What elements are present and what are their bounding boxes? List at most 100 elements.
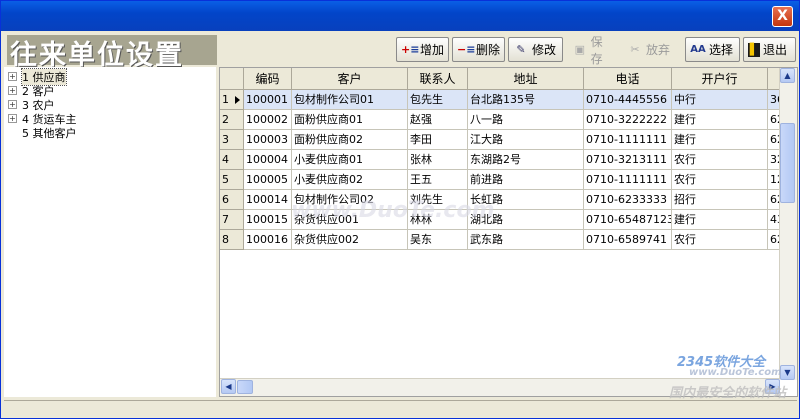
table-cell[interactable]: 面粉供应商01 [292,110,408,130]
row-number[interactable]: 4 [220,150,244,170]
tree-item-farmer[interactable]: + 3 农户 [8,98,55,112]
table-cell[interactable]: 100002 [244,110,292,130]
table-cell[interactable]: 农行 [672,170,768,190]
expand-icon[interactable]: + [8,100,17,109]
table-cell[interactable]: 0710-4445556 [584,90,672,110]
column-header[interactable]: 客户 [292,68,408,90]
table-cell[interactable]: 包材制作公司02 [292,190,408,210]
horizontal-scroll-thumb[interactable] [237,380,253,394]
table-cell[interactable]: 台北路135号 [468,90,584,110]
table-cell[interactable]: 林林 [408,210,468,230]
save-label: 保存 [590,34,603,66]
row-pointer-icon [235,96,240,104]
table-cell[interactable]: 0710-65487123 [584,210,672,230]
select-label: 选择 [709,43,734,57]
table-cell[interactable]: 八一路 [468,110,584,130]
table-cell[interactable]: 前进路 [468,170,584,190]
row-number[interactable]: 8 [220,230,244,250]
table-cell[interactable]: 李田 [408,130,468,150]
expand-icon[interactable]: + [8,72,17,81]
expand-icon[interactable]: + [8,86,17,95]
exit-button[interactable]: ▌ 退出 [743,37,796,62]
table-cell[interactable]: 小麦供应商01 [292,150,408,170]
save-icon: ▣ [574,42,585,56]
exit-door-icon: ▌ [748,42,760,57]
table-cell[interactable]: 0710-1111111 [584,170,672,190]
column-header[interactable]: 地址 [468,68,584,90]
table-cell[interactable]: 0710-3213111 [584,150,672,170]
vertical-scrollbar[interactable]: ▲ ▼ [779,68,797,380]
table-cell[interactable]: 包先生 [408,90,468,110]
table-cell[interactable]: 农行 [672,230,768,250]
table-cell[interactable]: 100001 [244,90,292,110]
table-cell[interactable]: 中行 [672,90,768,110]
row-number[interactable]: 5 [220,170,244,190]
status-bar [4,400,797,417]
table-cell[interactable]: 面粉供应商02 [292,130,408,150]
row-number[interactable]: 2 [220,110,244,130]
table-cell[interactable]: 杂货供应001 [292,210,408,230]
add-button[interactable]: +≡ 增加 [396,37,449,62]
table-cell[interactable]: 赵强 [408,110,468,130]
column-header[interactable]: 编码 [244,68,292,90]
table-cell[interactable]: 农行 [672,150,768,170]
exit-label: 退出 [763,43,788,57]
scroll-right-icon[interactable]: ▶ [765,379,780,394]
delete-button[interactable]: −≡ 删除 [452,37,505,62]
scroll-left-icon[interactable]: ◀ [221,379,236,394]
delete-icon: −≡ [457,42,476,56]
column-header[interactable]: 联系人 [408,68,468,90]
close-button[interactable]: X [772,6,793,27]
select-button[interactable]: AA 选择 [685,37,740,62]
table-cell[interactable]: 0710-6589741 [584,230,672,250]
row-number[interactable]: 7 [220,210,244,230]
table-cell[interactable]: 100015 [244,210,292,230]
table-cell[interactable]: 杂货供应002 [292,230,408,250]
save-button[interactable]: ▣ 保存 [567,35,619,66]
table-cell[interactable]: 100004 [244,150,292,170]
tree-item-freight-owner[interactable]: + 4 货运车主 [8,112,77,126]
table-cell[interactable]: 湖北路 [468,210,584,230]
add-label: 增加 [420,43,445,57]
table-cell[interactable]: 招行 [672,190,768,210]
table-cell[interactable]: 100003 [244,130,292,150]
tree-item-label: 5 其他客户 [22,126,77,140]
table-cell[interactable]: 小麦供应商02 [292,170,408,190]
vertical-scroll-thumb[interactable] [780,123,795,203]
table-cell[interactable]: 100016 [244,230,292,250]
table-cell[interactable]: 刘先生 [408,190,468,210]
row-number[interactable]: 3 [220,130,244,150]
edit-button[interactable]: ✎ 修改 [508,37,563,62]
table-cell[interactable]: 100014 [244,190,292,210]
column-header[interactable]: 开户行 [672,68,768,90]
table-cell[interactable]: 0710-3222222 [584,110,672,130]
table-cell[interactable]: 吴东 [408,230,468,250]
edit-icon: ✎ [516,42,526,56]
table-cell[interactable]: 江大路 [468,130,584,150]
table-cell[interactable]: 张林 [408,150,468,170]
column-header[interactable]: 电话 [584,68,672,90]
table-cell[interactable]: 王五 [408,170,468,190]
table-cell[interactable]: 建行 [672,110,768,130]
expand-icon[interactable]: + [8,114,17,123]
tree-item-supplier[interactable]: + 1 供应商 [8,67,67,86]
tree-item-other-customer[interactable]: 5 其他客户 [8,126,77,140]
table-cell[interactable]: 武东路 [468,230,584,250]
table-cell[interactable]: 建行 [672,130,768,150]
discard-button[interactable]: ✂ 放弃 [622,37,675,62]
scroll-up-icon[interactable]: ▲ [780,68,795,83]
scissors-icon: ✂ [630,42,640,56]
table-cell[interactable]: 0710-6233333 [584,190,672,210]
row-number[interactable]: 1 [220,90,244,110]
title-bar[interactable]: X [1,1,799,31]
table-cell[interactable]: 100005 [244,170,292,190]
horizontal-scrollbar[interactable]: ◀ ▶ [220,378,780,396]
tree-item-customer[interactable]: + 2 客户 [8,84,55,98]
table-cell[interactable]: 东湖路2号 [468,150,584,170]
scroll-down-icon[interactable]: ▼ [780,365,795,380]
table-cell[interactable]: 包材制作公司01 [292,90,408,110]
row-number[interactable]: 6 [220,190,244,210]
table-cell[interactable]: 长虹路 [468,190,584,210]
table-cell[interactable]: 建行 [672,210,768,230]
table-cell[interactable]: 0710-1111111 [584,130,672,150]
